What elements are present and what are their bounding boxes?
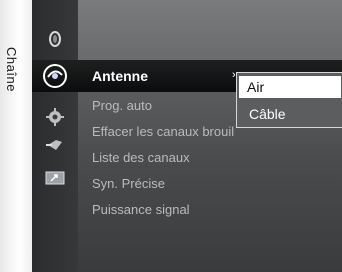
dropdown-option-cable[interactable]: Câble: [239, 103, 341, 125]
input-plug-icon[interactable]: [32, 132, 78, 158]
gear-icon[interactable]: [32, 104, 78, 130]
screen-arrow-icon[interactable]: [32, 166, 78, 192]
menu-header-bar: [78, 0, 342, 60]
menu-item-syn-precise[interactable]: Syn. Précise: [92, 176, 165, 191]
menu-item-prog-auto[interactable]: Prog. auto: [92, 98, 152, 113]
menu-item-effacer-canaux[interactable]: Effacer les canaux brouillés: [92, 124, 234, 139]
antenne-dropdown: Air Câble: [236, 72, 342, 128]
dropdown-option-air[interactable]: Air: [239, 76, 341, 98]
satellite-dish-icon[interactable]: [32, 63, 78, 89]
category-label: Chaîne: [4, 47, 19, 92]
menu-item-antenne[interactable]: Antenne: [92, 68, 148, 84]
tv-menu-screen: Chaîne Antenne › Prog. auto Effacer les …: [0, 0, 342, 272]
channel-category-tab[interactable]: Chaîne: [0, 0, 32, 272]
menu-item-puissance-signal[interactable]: Puissance signal: [92, 202, 190, 217]
menu-item-liste-canaux[interactable]: Liste des canaux: [92, 150, 190, 165]
picture-icon[interactable]: [32, 26, 78, 52]
